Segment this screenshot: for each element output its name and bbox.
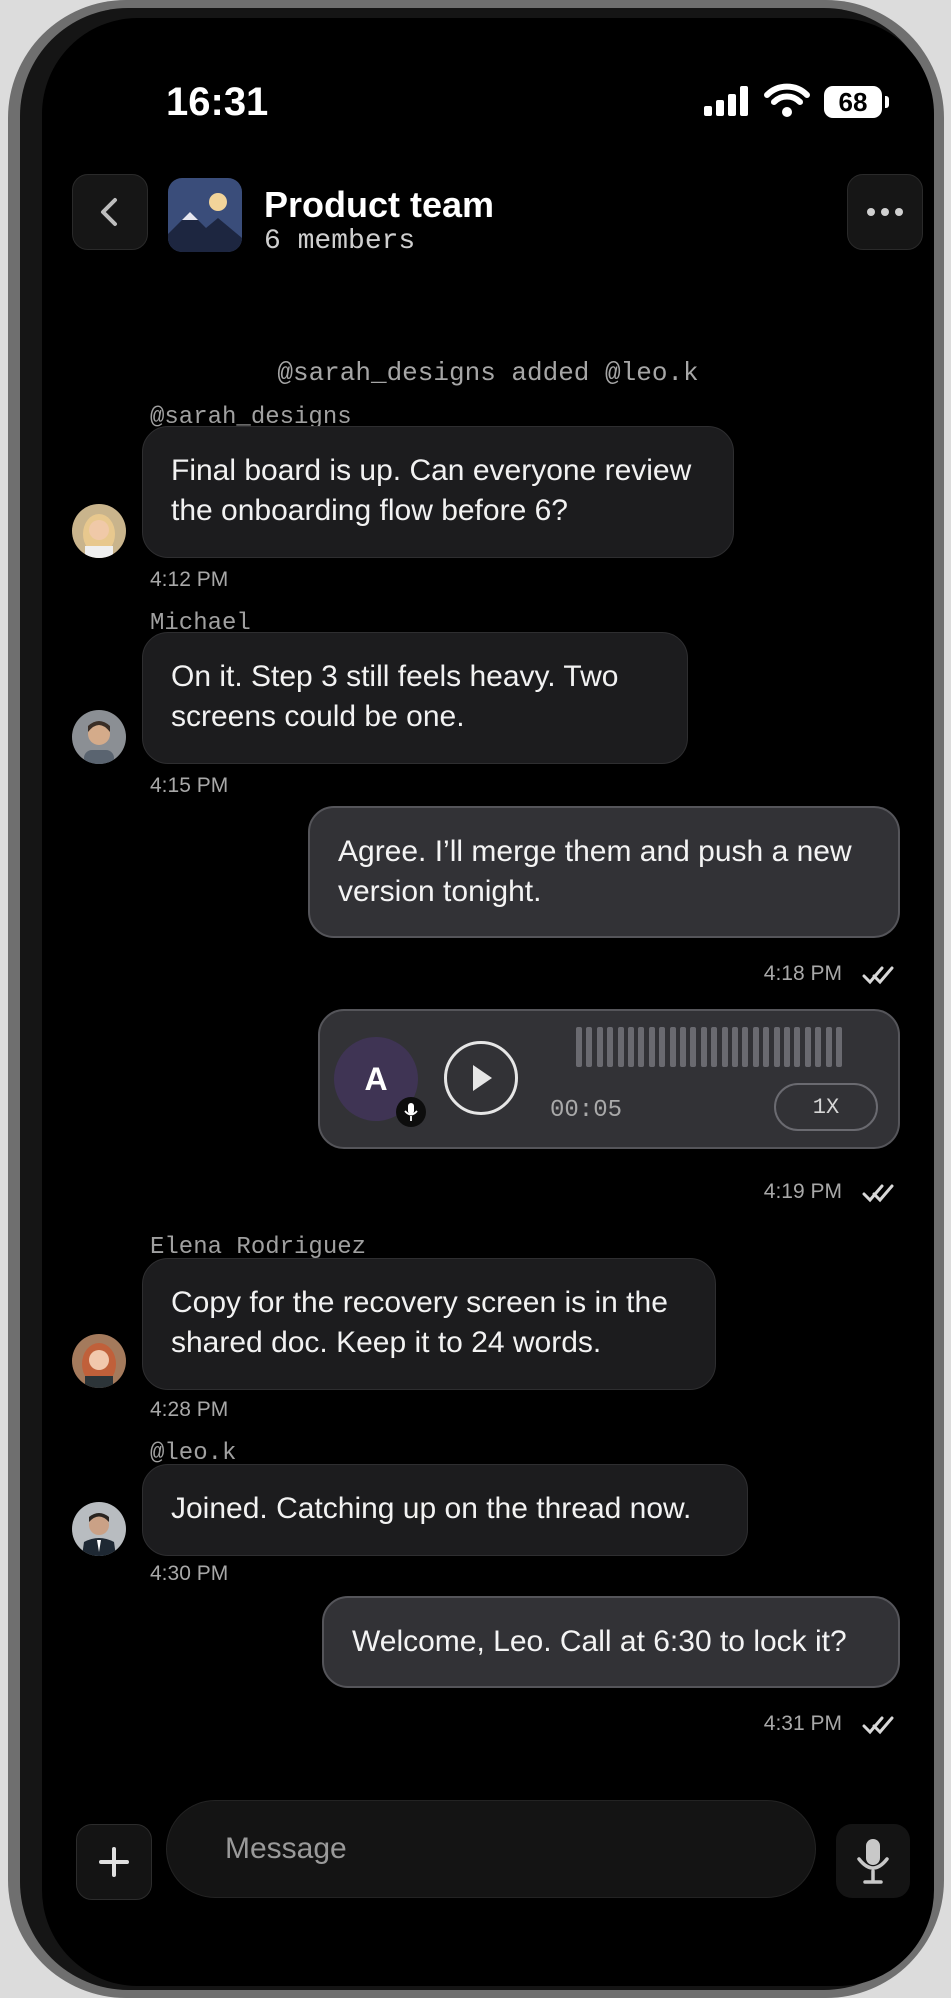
battery-icon — [885, 96, 889, 108]
waveform-bar — [617, 1027, 624, 1067]
voice-record-button[interactable] — [836, 1824, 910, 1898]
message-bubble-outgoing[interactable]: Welcome, Leo. Call at 6:30 to lock it? — [322, 1596, 900, 1688]
waveform-bar — [659, 1027, 666, 1067]
waveform-bar — [721, 1027, 728, 1067]
waveform-bar — [711, 1027, 718, 1067]
play-icon — [473, 1065, 492, 1091]
avatar-image — [72, 1502, 126, 1556]
waveform-bar — [669, 1027, 676, 1067]
message-time: 4:19 PM — [763, 1180, 842, 1203]
waveform-bar — [680, 1027, 686, 1067]
battery-level: 68 — [824, 86, 882, 118]
wifi-icon — [764, 83, 810, 117]
microphone-icon — [857, 1839, 889, 1884]
waveform-bar — [763, 1027, 770, 1067]
voice-duration: 00:05 — [550, 1097, 623, 1124]
message-input[interactable] — [166, 1800, 816, 1898]
attach-button[interactable] — [76, 1824, 152, 1900]
avatar-image — [72, 504, 126, 558]
avatar[interactable] — [72, 1502, 126, 1556]
waveform-bar — [596, 1027, 603, 1067]
voice-message[interactable]: A 00:05 1X — [318, 1009, 900, 1149]
avatar-image — [72, 1334, 126, 1388]
chat-screen: 16:31 68 Product team 6 members @sarah_d… — [42, 18, 934, 1986]
waveform-bar — [700, 1027, 707, 1067]
landscape-icon — [168, 178, 242, 252]
device-bezel: 16:31 68 Product team 6 members @sarah_d… — [20, 8, 934, 1990]
playback-speed-button[interactable]: 1X — [774, 1083, 878, 1131]
chat-title: Product team — [264, 184, 495, 225]
avatar[interactable] — [72, 504, 126, 558]
status-time: 16:31 — [166, 80, 269, 124]
message-bubble-outgoing[interactable]: Agree. I’ll merge them and push a new ve… — [308, 806, 900, 938]
waveform-bar — [815, 1027, 822, 1067]
more-horizontal-icon — [867, 208, 903, 216]
double-check-icon — [862, 1184, 894, 1203]
message-time: 4:31 PM — [763, 1712, 842, 1735]
waveform-bar — [638, 1027, 645, 1067]
waveform-bar — [784, 1027, 790, 1067]
message-time: 4:30 PM — [150, 1562, 229, 1585]
waveform-bar — [607, 1027, 614, 1067]
message-bubble[interactable]: Joined. Catching up on the thread now. — [142, 1464, 748, 1556]
more-options-button[interactable] — [847, 174, 923, 250]
waveform-bar — [690, 1027, 697, 1067]
waveform-bar — [732, 1027, 738, 1067]
message-time: 4:28 PM — [150, 1398, 229, 1421]
waveform-bar — [648, 1027, 655, 1067]
sender-name: Elena Rodriguez — [150, 1234, 367, 1261]
waveform-bar — [794, 1027, 801, 1067]
cellular-signal-icon — [704, 86, 750, 116]
waveform-bar — [742, 1027, 749, 1067]
avatar[interactable] — [72, 1334, 126, 1388]
member-count: 6 members — [264, 226, 416, 257]
message-time: 4:18 PM — [763, 962, 842, 985]
sender-name: @leo.k — [150, 1440, 237, 1467]
plus-icon — [99, 1847, 129, 1877]
waveform-bar — [804, 1027, 811, 1067]
waveform-bar — [628, 1027, 634, 1067]
double-check-icon — [862, 966, 894, 985]
waveform-bar — [576, 1027, 582, 1067]
message-time: 4:15 PM — [150, 774, 229, 797]
device-frame: 16:31 68 Product team 6 members @sarah_d… — [8, 0, 944, 1998]
message-bubble[interactable]: On it. Step 3 still feels heavy. Two scr… — [142, 632, 688, 764]
avatar-image — [72, 710, 126, 764]
double-check-icon — [862, 1716, 894, 1735]
waveform-bar — [586, 1027, 593, 1067]
play-button[interactable] — [444, 1041, 518, 1115]
message-bubble[interactable]: Copy for the recovery screen is in the s… — [142, 1258, 716, 1390]
system-notice: @sarah_designs added @leo.k — [277, 358, 699, 388]
chevron-left-icon — [101, 198, 117, 226]
waveform-bar — [825, 1027, 832, 1067]
voice-waveform[interactable] — [576, 1027, 846, 1067]
message-time: 4:12 PM — [150, 568, 229, 591]
back-button[interactable] — [72, 174, 148, 250]
microphone-icon — [396, 1097, 426, 1127]
waveform-bar — [752, 1027, 759, 1067]
waveform-bar — [836, 1027, 842, 1067]
message-bubble[interactable]: Final board is up. Can everyone review t… — [142, 426, 734, 558]
group-avatar[interactable] — [168, 178, 242, 252]
avatar[interactable] — [72, 710, 126, 764]
waveform-bar — [773, 1027, 780, 1067]
